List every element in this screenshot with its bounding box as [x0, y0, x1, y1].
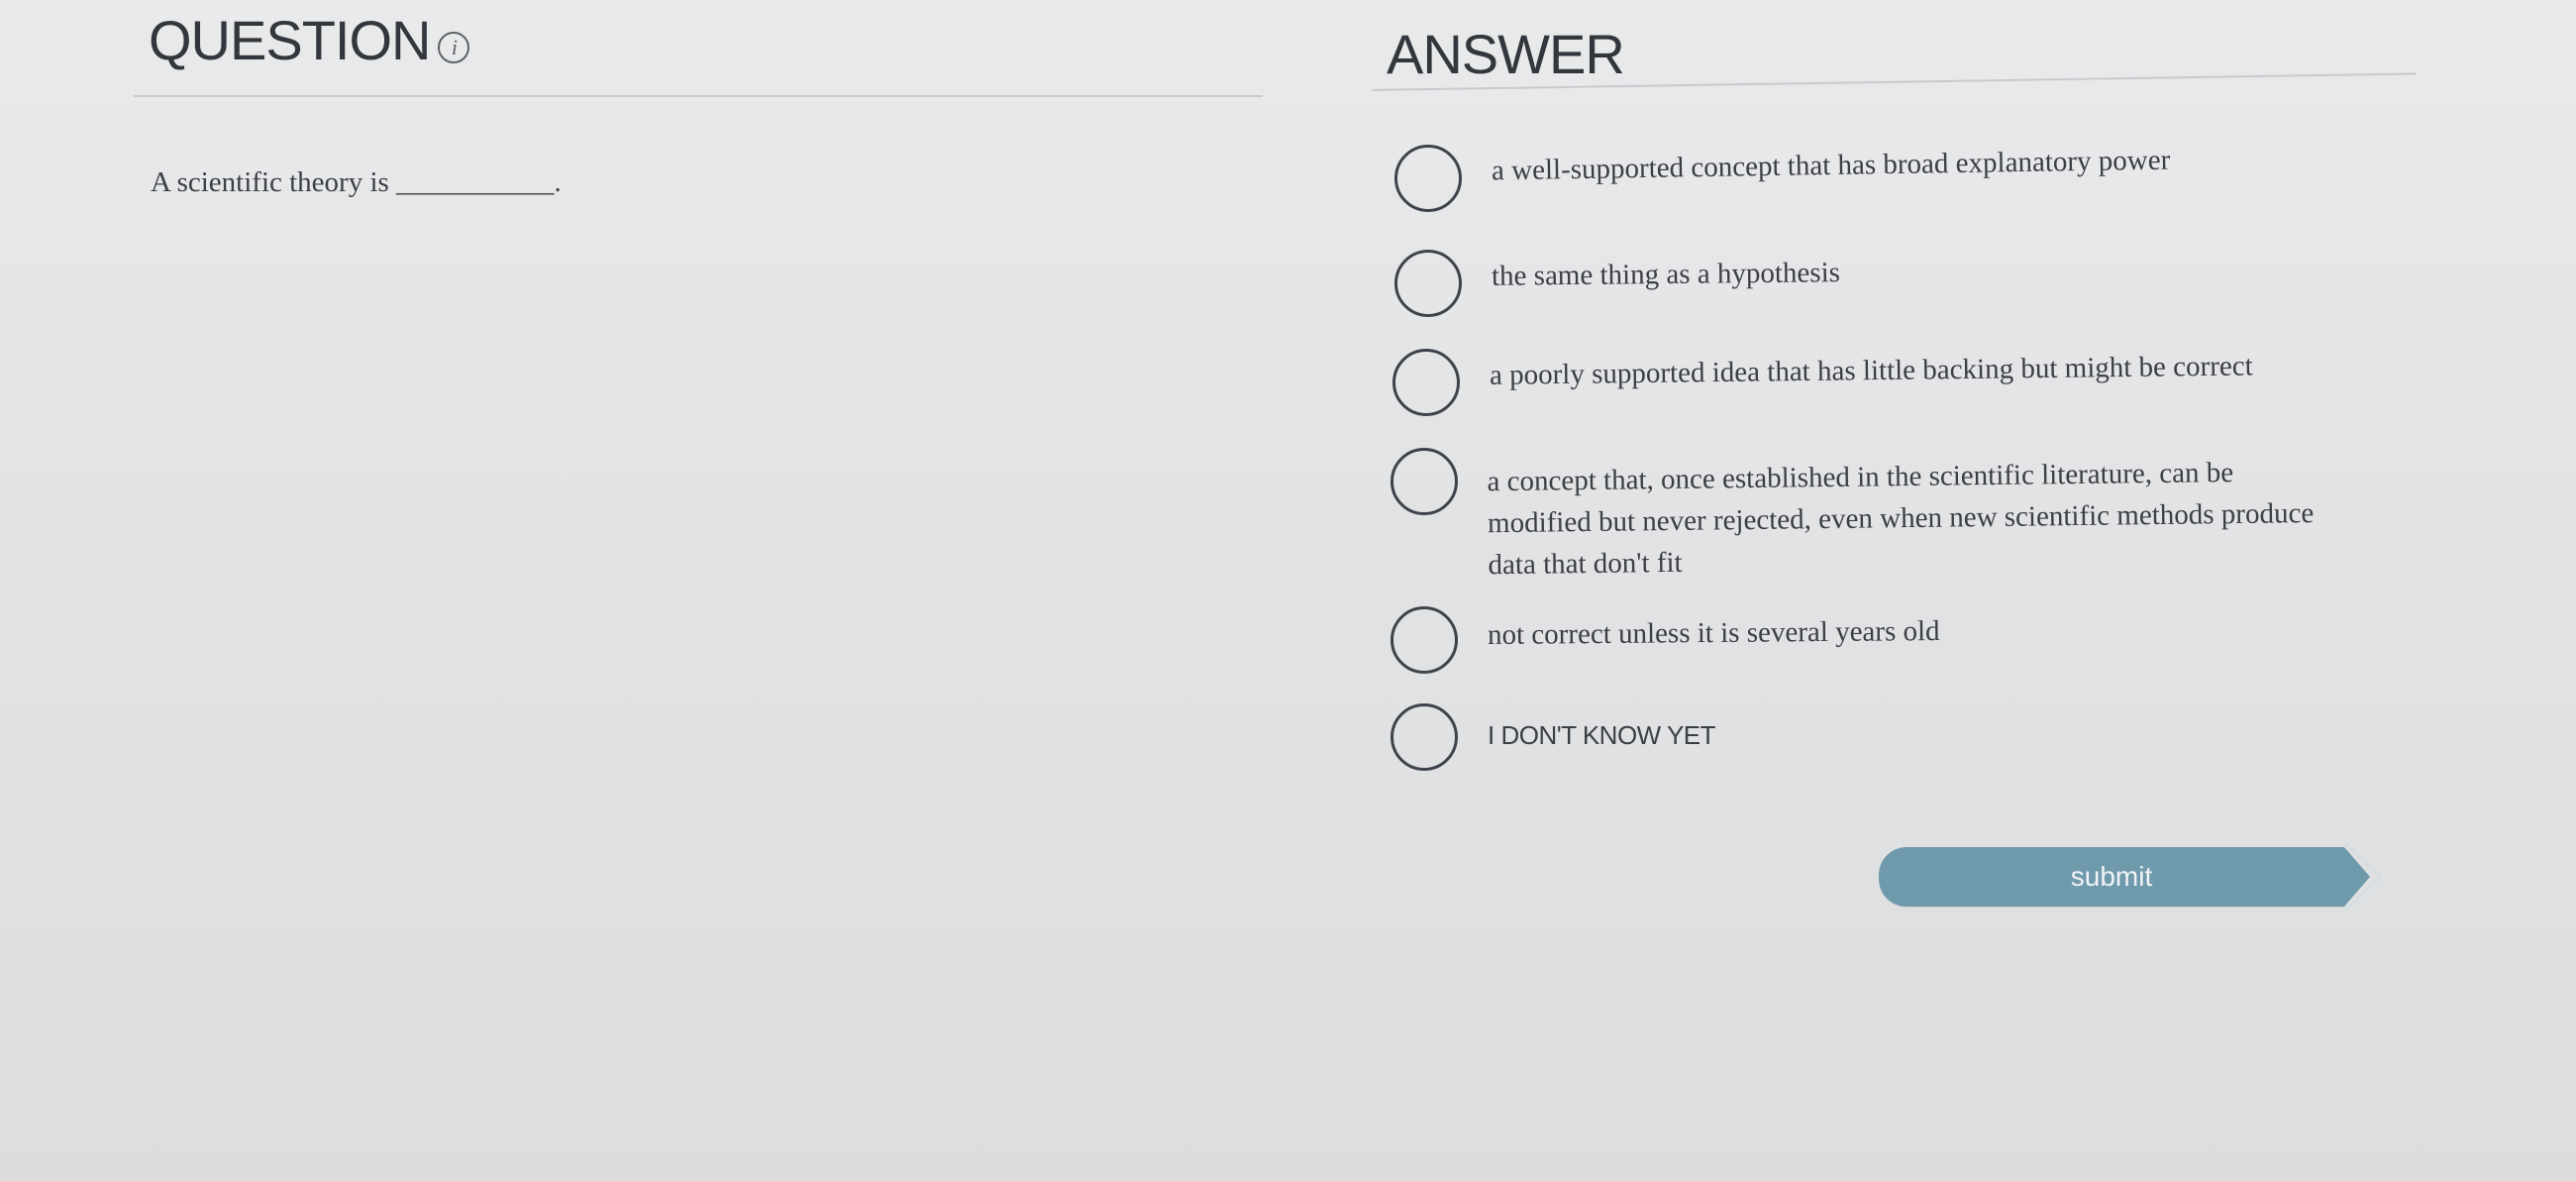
submit-button[interactable]: submit: [1879, 847, 2344, 907]
answer-option-label[interactable]: a poorly supported idea that has little …: [1490, 343, 2440, 396]
question-header: QUESTION i: [149, 8, 470, 72]
radio-button-icon[interactable]: [1391, 703, 1458, 771]
radio-button-icon[interactable]: [1394, 145, 1462, 212]
answer-option-3[interactable]: a poorly supported idea that has little …: [1392, 349, 2440, 416]
answer-option-4[interactable]: a concept that, once established in the …: [1391, 448, 2339, 581]
answer-option-1[interactable]: a well-supported concept that has broad …: [1394, 145, 2170, 212]
answer-option-2[interactable]: the same thing as a hypothesis: [1394, 250, 1840, 317]
question-text: A scientific theory is ___________.: [151, 166, 562, 198]
answer-option-label[interactable]: not correct unless it is several years o…: [1488, 610, 1940, 656]
question-divider: [134, 95, 1263, 97]
radio-button-icon[interactable]: [1391, 606, 1458, 674]
answer-option-5[interactable]: not correct unless it is several years o…: [1391, 606, 1940, 674]
answer-option-label[interactable]: I DON'T KNOW YET: [1488, 714, 1716, 756]
radio-button-icon[interactable]: [1392, 349, 1460, 416]
answer-title: ANSWER: [1387, 23, 1625, 85]
chevron-right-icon: [2343, 841, 2384, 913]
answer-option-label[interactable]: a concept that, once established in the …: [1487, 451, 2339, 586]
answer-option-6[interactable]: I DON'T KNOW YET: [1391, 703, 1716, 771]
radio-button-icon[interactable]: [1394, 250, 1462, 317]
info-circle-icon[interactable]: i: [438, 31, 470, 63]
answer-option-label[interactable]: a well-supported concept that has broad …: [1492, 140, 2171, 192]
question-title: QUESTION: [149, 9, 431, 71]
radio-button-icon[interactable]: [1391, 448, 1458, 515]
answer-option-label[interactable]: the same thing as a hypothesis: [1492, 252, 1840, 297]
